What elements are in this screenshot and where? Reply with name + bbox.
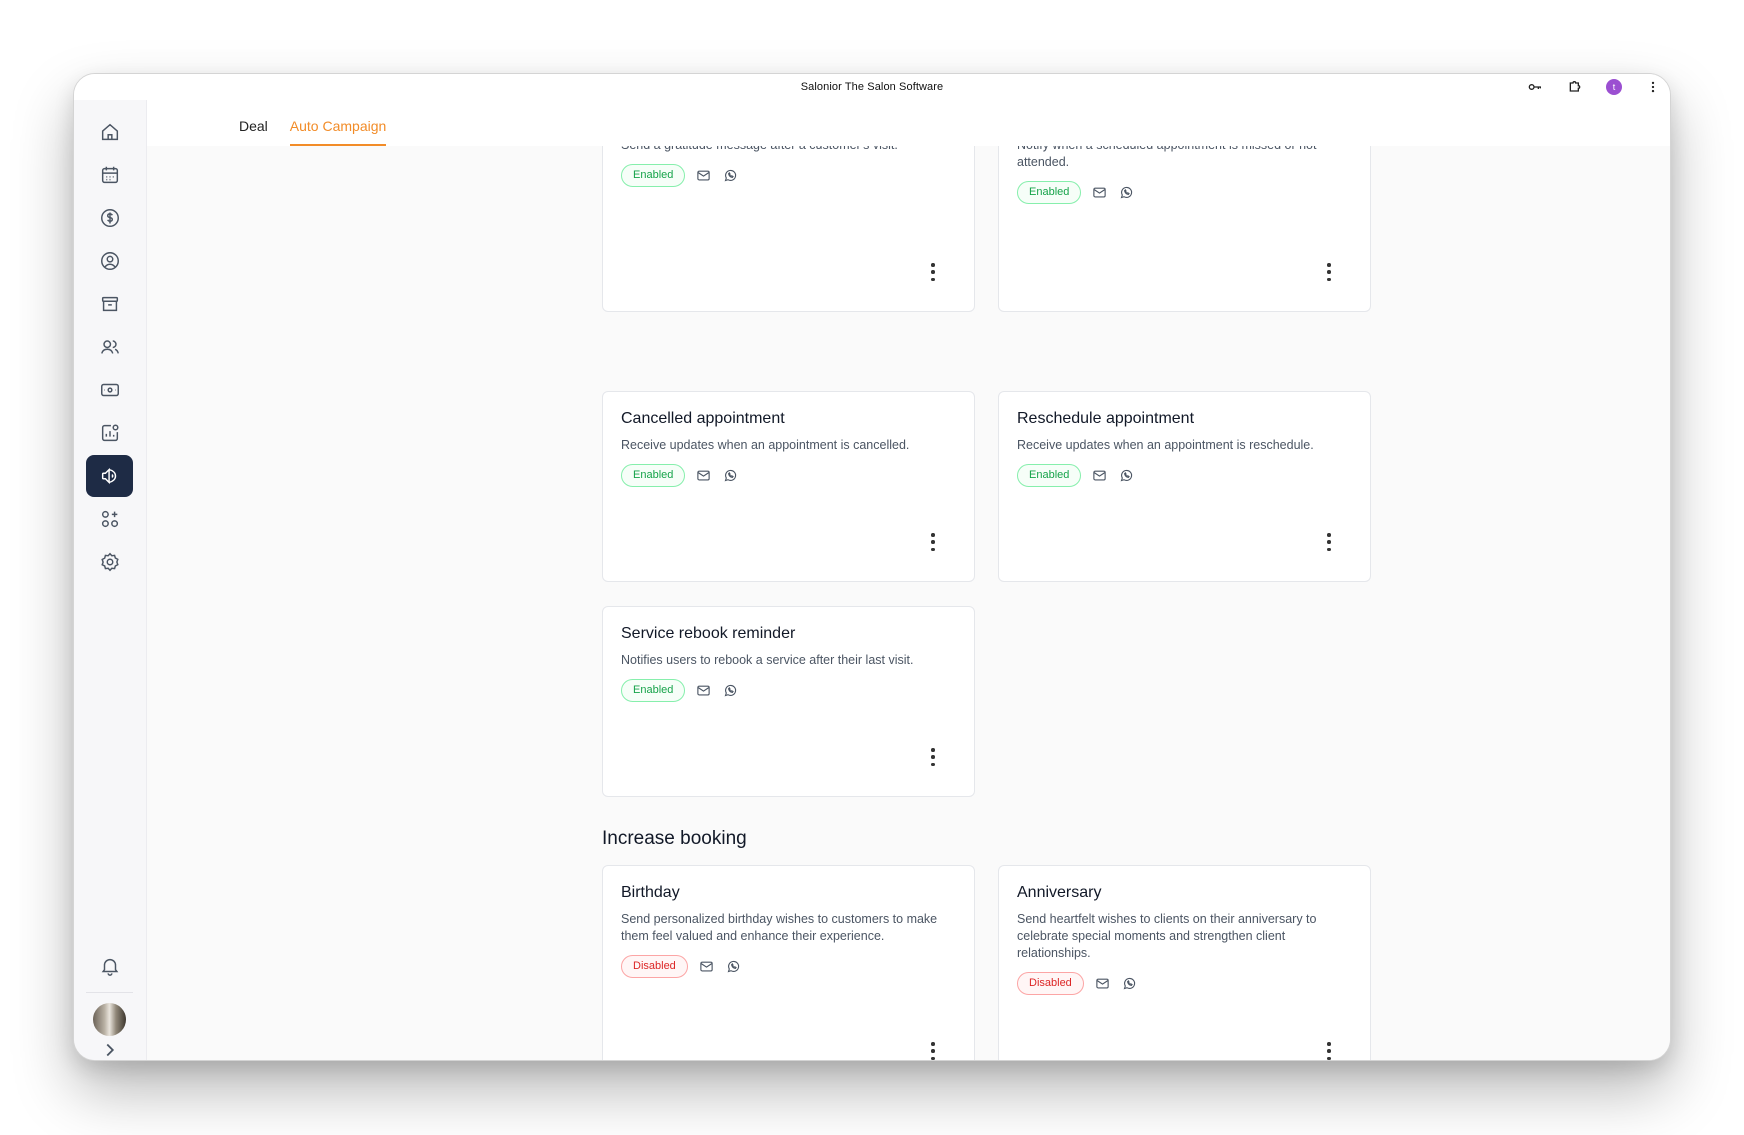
card-title: Service rebook reminder [621, 625, 796, 642]
status-badge: Enabled [1017, 181, 1082, 204]
mail-icon [695, 682, 712, 699]
chevron-right-icon[interactable] [86, 1035, 133, 1060]
mail-icon [1094, 975, 1111, 992]
avatar[interactable] [93, 1003, 126, 1036]
more-options-button[interactable] [927, 263, 939, 281]
card-description: Receive updates when an appointment is c… [621, 438, 910, 452]
whatsapp-icon [725, 958, 742, 975]
whatsapp-icon [1118, 467, 1135, 484]
tab-deal[interactable]: Deal [239, 118, 268, 146]
card-description: Notify when a scheduled appointment is m… [1017, 146, 1316, 169]
whatsapp-icon [1118, 184, 1135, 201]
extension-icon[interactable] [1566, 78, 1584, 96]
status-badge: Enabled [621, 679, 686, 702]
apps-add-icon[interactable] [86, 498, 133, 540]
card-title: Cancelled appointment [621, 410, 785, 427]
more-options-button[interactable] [1323, 533, 1335, 551]
status-badge: Disabled [621, 955, 688, 978]
main-content: Send a gratitude message after a custome… [147, 146, 1670, 1060]
profile-avatar[interactable]: t [1606, 79, 1622, 95]
mail-icon [698, 958, 715, 975]
settings-icon[interactable] [86, 541, 133, 583]
dollar-icon[interactable] [86, 197, 133, 239]
card-title: Reschedule appointment [1017, 410, 1195, 427]
whatsapp-icon [722, 167, 739, 184]
tab-bar: Deal Auto Campaign [147, 100, 1670, 146]
campaign-card[interactable]: Anniversary Send heartfelt wishes to cli… [998, 865, 1371, 1060]
title-bar: Salonior The Salon Software t [74, 74, 1670, 100]
whatsapp-icon [1121, 975, 1138, 992]
bell-icon[interactable] [86, 945, 133, 987]
window-title: Salonior The Salon Software [800, 81, 944, 93]
campaign-card[interactable]: Notify when a scheduled appointment is m… [998, 146, 1371, 312]
mail-icon [1091, 184, 1108, 201]
campaign-card[interactable]: Send a gratitude message after a custome… [602, 146, 975, 312]
card-description: Receive updates when an appointment is r… [1017, 438, 1314, 452]
calendar-icon[interactable] [86, 154, 133, 196]
card-description: Notifies users to rebook a service after… [621, 653, 914, 667]
app-window: Salonior The Salon Software t Deal Auto … [73, 73, 1671, 1061]
status-badge: Enabled [621, 464, 686, 487]
more-vertical-icon[interactable] [1644, 78, 1662, 96]
mail-icon [695, 167, 712, 184]
archive-icon[interactable] [86, 283, 133, 325]
status-badge: Enabled [621, 164, 686, 187]
whatsapp-icon [722, 682, 739, 699]
megaphone-icon[interactable] [86, 455, 133, 497]
status-badge: Disabled [1017, 972, 1084, 995]
status-badge: Enabled [1017, 464, 1082, 487]
campaign-card[interactable]: Cancelled appointment Receive updates wh… [602, 391, 975, 582]
mail-icon [1091, 467, 1108, 484]
cash-icon[interactable] [86, 369, 133, 411]
card-description: Send a gratitude message after a custome… [621, 146, 956, 154]
tab-auto-campaign[interactable]: Auto Campaign [289, 118, 386, 146]
more-options-button[interactable] [927, 1042, 939, 1060]
mail-icon [695, 467, 712, 484]
card-description: Send personalized birthday wishes to cus… [621, 912, 938, 943]
more-options-button[interactable] [927, 533, 939, 551]
analytics-icon[interactable] [86, 412, 133, 454]
card-title: Anniversary [1017, 884, 1102, 901]
sidebar-divider [86, 992, 133, 993]
campaign-card[interactable]: Service rebook reminder Notifies users t… [602, 606, 975, 797]
campaign-card[interactable]: Reschedule appointment Receive updates w… [998, 391, 1371, 582]
more-options-button[interactable] [1323, 263, 1335, 281]
home-icon[interactable] [86, 111, 133, 153]
card-title: Birthday [621, 884, 680, 901]
section-heading: Increase booking [602, 828, 747, 849]
user-circle-icon[interactable] [86, 240, 133, 282]
card-description: Send heartfelt wishes to clients on thei… [1017, 912, 1317, 960]
whatsapp-icon [722, 467, 739, 484]
sidebar [74, 100, 147, 1060]
campaign-card[interactable]: Birthday Send personalized birthday wish… [602, 865, 975, 1060]
key-icon[interactable] [1526, 78, 1544, 96]
more-options-button[interactable] [1323, 1042, 1335, 1060]
more-options-button[interactable] [927, 748, 939, 766]
users-icon[interactable] [86, 326, 133, 368]
